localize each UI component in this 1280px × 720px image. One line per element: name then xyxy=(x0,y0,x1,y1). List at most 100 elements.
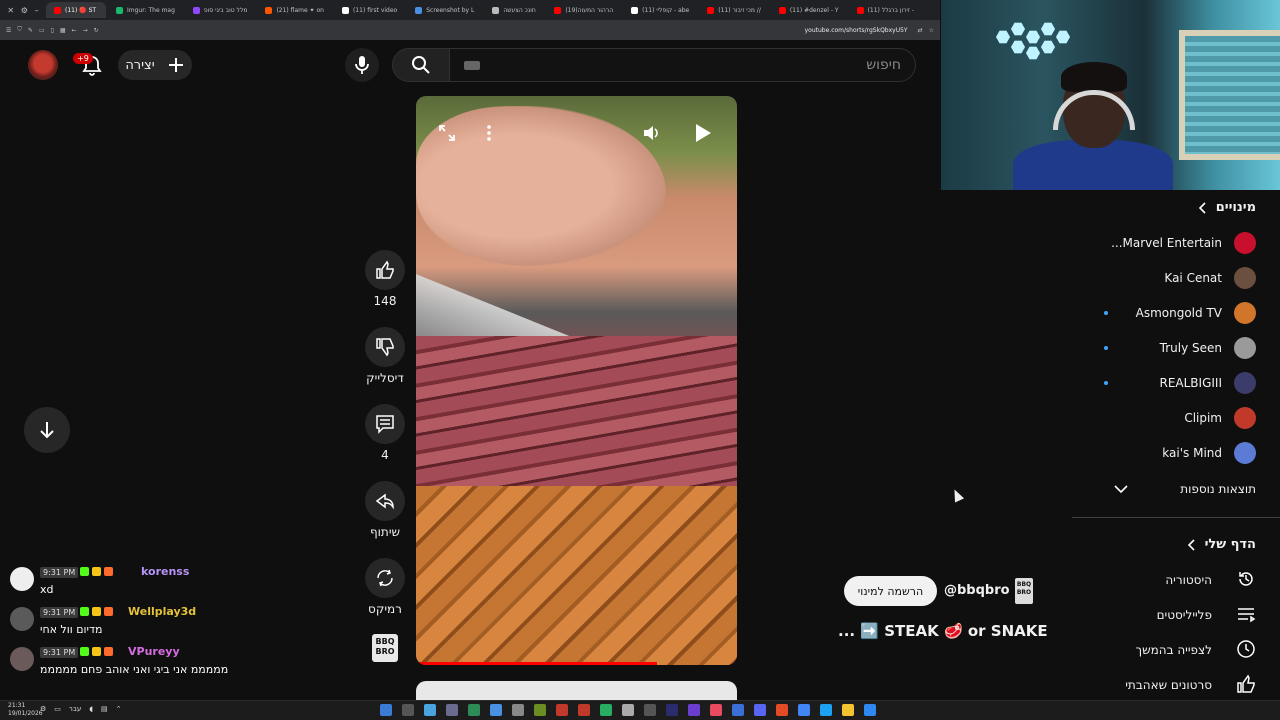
app-icon[interactable] xyxy=(864,704,876,716)
app-icon[interactable] xyxy=(776,704,788,716)
tab-icon[interactable]: ▭ xyxy=(39,27,45,34)
browser-tab[interactable]: (11) זירון ברגלל - xyxy=(849,2,922,18)
dislike-button[interactable] xyxy=(365,327,405,367)
reload-icon[interactable]: ↻ xyxy=(94,27,99,34)
app-icon[interactable] xyxy=(754,704,766,716)
comments-button[interactable] xyxy=(365,404,405,444)
share-icon[interactable]: ⇄ xyxy=(918,27,923,34)
extensions-icon[interactable]: ✎ xyxy=(28,27,33,34)
back-icon[interactable]: ← xyxy=(72,27,77,34)
subscription-item[interactable]: Kai Cenat xyxy=(1164,263,1256,293)
tray-overflow-icon[interactable]: ⌃ xyxy=(116,705,122,713)
you-header[interactable]: הדף שלי xyxy=(1187,537,1256,552)
subscription-item[interactable]: REALBIGIII xyxy=(1159,368,1256,398)
app-icon[interactable] xyxy=(622,704,634,716)
like-button[interactable] xyxy=(365,250,405,290)
browser-tab[interactable]: מלל טוב ביגי סופ xyxy=(185,2,256,18)
subscribe-button[interactable]: הרשמה למינוי xyxy=(844,576,937,606)
forward-icon[interactable]: → xyxy=(83,27,88,34)
you-item[interactable]: סרטונים שאהבתי xyxy=(1125,670,1256,700)
window-controls[interactable]: ✕ ⚙ – xyxy=(0,0,46,20)
subscription-item[interactable]: Marvel Entertain... xyxy=(1111,228,1256,258)
monitor-tray-icon[interactable]: ▭ xyxy=(54,705,61,713)
show-more-button[interactable]: תוצאות נוספות xyxy=(1114,474,1256,504)
app-icon[interactable] xyxy=(842,704,854,716)
menu-icon[interactable]: ☰ xyxy=(6,27,11,34)
keyboard-icon[interactable] xyxy=(464,60,480,70)
app-icon[interactable] xyxy=(402,704,414,716)
sidebar-icon[interactable]: ▯ xyxy=(51,27,54,34)
subscription-item[interactable]: kai's Mind xyxy=(1162,438,1256,468)
search-input[interactable] xyxy=(480,57,901,73)
share-button[interactable] xyxy=(365,481,405,521)
next-video-preview[interactable] xyxy=(416,681,737,701)
fullscreen-icon[interactable] xyxy=(430,116,464,150)
app-icon[interactable] xyxy=(468,704,480,716)
voice-search-button[interactable] xyxy=(345,48,379,82)
next-short-button[interactable] xyxy=(24,407,70,453)
browser-tab[interactable]: חונכ הצעשה xyxy=(484,2,544,18)
browser-tab[interactable]: (11) מכי זיבור // xyxy=(699,2,769,18)
app-icon[interactable] xyxy=(732,704,744,716)
app-icon[interactable] xyxy=(820,704,832,716)
settings-icon[interactable]: ⚙ xyxy=(21,6,28,15)
app-icon[interactable] xyxy=(578,704,590,716)
network-tray-icon[interactable]: ▤ xyxy=(101,705,108,713)
video-progress-bar[interactable] xyxy=(416,662,657,665)
subscription-item[interactable]: Clipim xyxy=(1184,403,1256,433)
app-icon[interactable] xyxy=(556,704,568,716)
language-indicator[interactable]: עבר xyxy=(69,705,81,713)
settings-tray-icon[interactable]: ⚙ xyxy=(40,705,46,713)
app-icon[interactable] xyxy=(710,704,722,716)
app-icon[interactable] xyxy=(688,704,700,716)
app-icon[interactable] xyxy=(424,704,436,716)
app-icon[interactable] xyxy=(798,704,810,716)
you-item[interactable]: פלייליסטים xyxy=(1157,600,1256,630)
app-icon[interactable] xyxy=(666,704,678,716)
grid-icon[interactable]: ▦ xyxy=(60,27,66,34)
browser-tab[interactable]: (11) קופליי - abe xyxy=(623,2,697,18)
browser-tab[interactable]: (11) #denzel - Y xyxy=(771,2,847,18)
minimize-icon[interactable]: – xyxy=(35,6,39,15)
bookmark-icon[interactable]: ☆ xyxy=(929,27,934,34)
app-icon[interactable] xyxy=(644,704,656,716)
app-icon[interactable] xyxy=(534,704,546,716)
shorts-video-player[interactable] xyxy=(416,96,737,665)
subscriptions-header[interactable]: מינויים xyxy=(1198,200,1256,215)
subscription-item[interactable]: Asmongold TV xyxy=(1136,298,1256,328)
create-button[interactable]: יצירה xyxy=(118,50,192,80)
channel-avatar-button[interactable]: BBQ BRO xyxy=(372,634,398,662)
taskbar-clock[interactable]: 21:31 19/01/2026 xyxy=(8,702,43,718)
browser-tab[interactable]: (21) flame ✦ on xyxy=(257,2,332,18)
subscription-item[interactable]: Truly Seen xyxy=(1160,333,1256,363)
browser-tab[interactable]: Imgur: The mag xyxy=(108,2,183,18)
channel-logo[interactable]: BBQ BRO xyxy=(1015,578,1033,604)
shield-icon[interactable]: ⛉ xyxy=(17,26,22,34)
speaker-tray-icon[interactable]: ◖ xyxy=(89,705,93,713)
you-item[interactable]: לצפייה בהמשך xyxy=(1136,635,1256,665)
app-icon[interactable] xyxy=(512,704,524,716)
browser-tab[interactable]: (11) first video xyxy=(334,2,405,18)
remix-button[interactable] xyxy=(365,558,405,598)
url-text[interactable]: youtube.com/shorts/rgSkQbxyU5Y xyxy=(805,27,908,34)
play-icon[interactable] xyxy=(686,116,720,150)
chat-username[interactable]: Wellplay3d xyxy=(128,605,196,618)
app-icon[interactable] xyxy=(446,704,458,716)
chat-badges xyxy=(80,607,113,616)
app-icon[interactable] xyxy=(600,704,612,716)
chat-username[interactable]: korenss xyxy=(141,565,189,578)
browser-tab[interactable]: Screenshot by L xyxy=(407,2,482,18)
video-title[interactable]: ... ➡️ STEAK 🥩 or SNAKE xyxy=(838,622,1048,640)
browser-tab[interactable]: (19)הרהור המעוה xyxy=(546,2,621,18)
channel-handle[interactable]: @bbqbro xyxy=(944,583,1010,598)
account-avatar[interactable] xyxy=(28,50,58,80)
chat-username[interactable]: VPureyy xyxy=(128,645,180,658)
app-icon[interactable] xyxy=(490,704,502,716)
close-window-icon[interactable]: ✕ xyxy=(7,6,14,15)
search-button[interactable] xyxy=(392,48,450,82)
app-icon[interactable] xyxy=(380,704,392,716)
volume-icon[interactable] xyxy=(634,116,668,150)
you-item[interactable]: היסטוריה xyxy=(1165,565,1256,595)
more-options-icon[interactable] xyxy=(472,116,506,150)
browser-tab[interactable]: (11) 🔴 ST xyxy=(46,2,106,18)
